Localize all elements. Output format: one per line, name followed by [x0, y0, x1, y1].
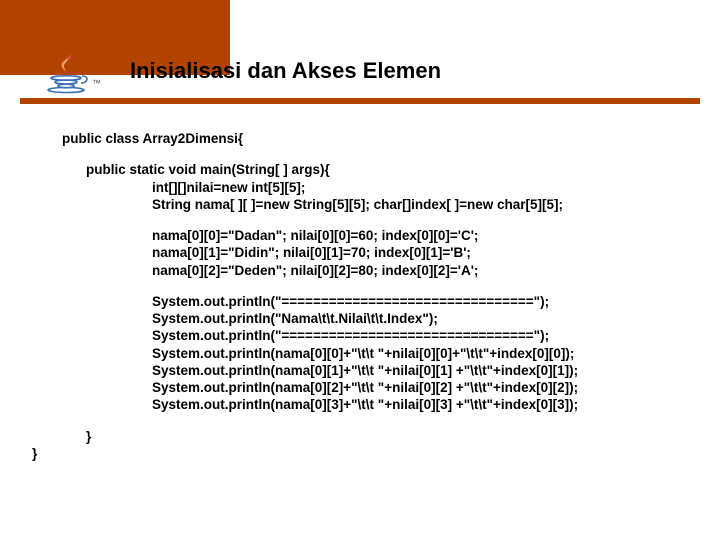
- java-logo-icon: ™: [32, 52, 112, 94]
- code-line: System.out.println("====================…: [62, 327, 702, 344]
- code-line: System.out.println(nama[0][3]+"\t\t "+ni…: [62, 396, 702, 413]
- code-line: }: [32, 445, 702, 462]
- code-line: System.out.println("====================…: [62, 293, 702, 310]
- code-line: int[][]nilai=new int[5][5];: [62, 179, 702, 196]
- code-line: System.out.println("Nama\t\t.Nilai\t\t.I…: [62, 310, 702, 327]
- code-line: nama[0][0]="Dadan"; nilai[0][0]=60; inde…: [62, 227, 702, 244]
- code-line: public class Array2Dimensi{: [62, 130, 702, 147]
- code-line: String nama[ ][ ]=new String[5][5]; char…: [62, 196, 702, 213]
- slide-title: Inisialisasi dan Akses Elemen: [130, 58, 441, 84]
- code-line: System.out.println(nama[0][1]+"\t\t "+ni…: [62, 362, 702, 379]
- code-line: nama[0][1]="Didin"; nilai[0][1]=70; inde…: [62, 244, 702, 261]
- code-line: }: [62, 428, 702, 445]
- svg-text:™: ™: [92, 78, 101, 88]
- title-underline: [20, 98, 700, 104]
- code-line: nama[0][2]="Deden"; nilai[0][2]=80; inde…: [62, 262, 702, 279]
- code-line: System.out.println(nama[0][0]+"\t\t "+ni…: [62, 345, 702, 362]
- code-line: System.out.println(nama[0][2]+"\t\t "+ni…: [62, 379, 702, 396]
- code-block: public class Array2Dimensi{ public stati…: [62, 130, 702, 462]
- slide: ™ Inisialisasi dan Akses Elemen public c…: [0, 0, 720, 540]
- code-line: public static void main(String[ ] args){: [62, 161, 702, 178]
